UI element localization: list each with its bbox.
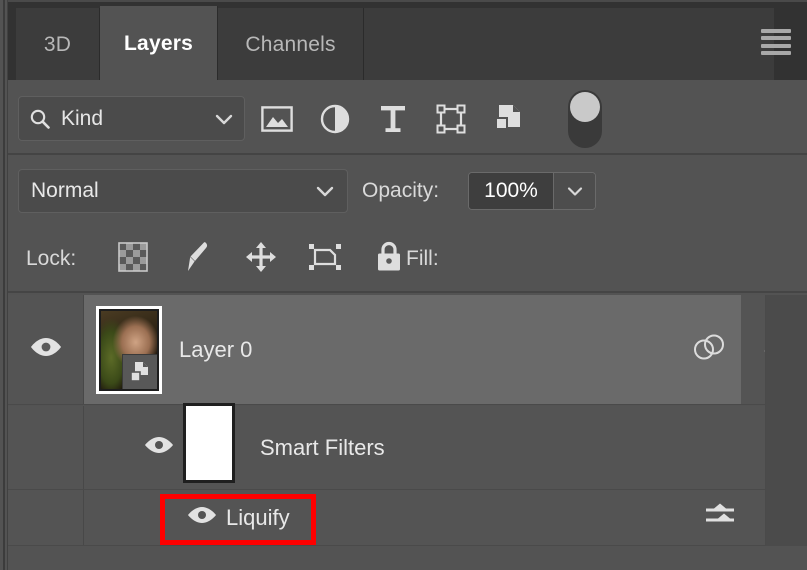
blend-mode-select[interactable]: Normal — [18, 169, 348, 213]
fill-label: Fill: — [406, 247, 439, 270]
filter-kind-label: Kind — [61, 106, 104, 130]
opacity-stepper-chevron-down-icon[interactable] — [553, 173, 595, 209]
table-row[interactable]: Layer 0 — [8, 295, 807, 405]
search-icon — [29, 108, 51, 130]
layers-panel-window: 3D Layers Channels Kind Normal Opacity: … — [0, 0, 807, 570]
tab-layers-label: Layers — [124, 32, 193, 55]
smart-filters-icon[interactable] — [691, 332, 727, 367]
smart-object-badge-icon — [122, 354, 157, 389]
layer-name: Layer 0 — [179, 336, 253, 362]
liquify-filter-label: Liquify — [226, 504, 290, 530]
smart-filters-row-content[interactable]: Smart Filters — [84, 403, 807, 489]
layer-filter-row: Kind — [8, 80, 807, 155]
adjustment-layer-filter-icon[interactable] — [318, 102, 352, 136]
tab-3d-label: 3D — [43, 33, 72, 56]
eye-icon[interactable] — [143, 434, 175, 461]
filter-toggle-knob — [570, 92, 600, 122]
panel-menu-icon[interactable] — [761, 29, 791, 55]
filter-enable-toggle[interactable] — [568, 90, 602, 148]
blend-mode-row: Normal Opacity: 100% — [8, 157, 807, 225]
lock-transparent-pixels-icon[interactable] — [116, 238, 150, 276]
layer-visibility-toggle[interactable] — [8, 295, 84, 404]
tab-3d[interactable]: 3D — [16, 8, 100, 82]
table-row[interactable]: Liquify — [8, 490, 807, 546]
tab-layers[interactable]: Layers — [100, 6, 218, 82]
smart-object-filter-icon[interactable] — [492, 102, 526, 136]
type-layer-filter-icon[interactable] — [376, 102, 410, 136]
lock-image-pixels-icon[interactable] — [180, 238, 214, 276]
opacity-field[interactable]: 100% — [468, 172, 596, 210]
smart-filters-label: Smart Filters — [260, 434, 385, 460]
chevron-down-icon[interactable] — [214, 112, 234, 126]
window-left-edge — [0, 0, 8, 570]
opacity-value[interactable]: 100% — [469, 173, 553, 209]
filter-kind-select[interactable]: Kind — [18, 96, 245, 141]
pixel-layer-filter-icon[interactable] — [260, 102, 294, 136]
lock-row: Lock: Fill: — [8, 225, 807, 345]
liquify-visibility-toggle[interactable] — [185, 506, 219, 530]
filter-blending-options-icon[interactable] — [703, 501, 737, 534]
shape-layer-filter-icon[interactable] — [434, 102, 468, 136]
smart-object-photo-thumbnail — [99, 309, 159, 391]
smart-filters-visibility-toggle[interactable] — [142, 436, 176, 460]
window-left-edge-line — [3, 0, 5, 570]
layer-thumbnail[interactable] — [96, 306, 162, 394]
lock-position-icon[interactable] — [244, 238, 278, 276]
layer-list: Layer 0 Smart Filters Liquify — [8, 295, 807, 570]
lock-artboard-nesting-icon[interactable] — [308, 238, 342, 276]
layer-list-right-gutter — [766, 295, 807, 546]
tab-bar-empty-area — [364, 8, 774, 82]
panel-body: Kind Normal Opacity: 100% Lock: Fill: La… — [8, 80, 807, 570]
tab-channels[interactable]: Channels — [218, 8, 364, 82]
white-filter-mask-thumbnail[interactable] — [183, 403, 235, 483]
eye-icon[interactable] — [186, 504, 218, 531]
chevron-down-icon[interactable] — [315, 184, 335, 198]
opacity-label: Opacity: — [362, 179, 440, 202]
tab-channels-label: Channels — [245, 33, 336, 56]
smart-filters-row-left-gutter — [8, 406, 84, 489]
eye-icon[interactable] — [29, 335, 63, 364]
layer-row-content[interactable]: Layer 0 — [84, 295, 741, 404]
table-row[interactable]: Smart Filters — [8, 403, 807, 490]
liquify-row-left-gutter — [8, 490, 84, 545]
lock-label: Lock: — [26, 247, 77, 270]
lock-icon-group — [116, 238, 406, 276]
liquify-row-content[interactable]: Liquify — [84, 490, 807, 545]
filter-type-icon-group — [260, 96, 600, 142]
blend-mode-value: Normal — [31, 179, 99, 202]
lock-all-icon[interactable] — [372, 238, 406, 276]
panel-tab-bar: 3D Layers Channels — [8, 0, 807, 82]
